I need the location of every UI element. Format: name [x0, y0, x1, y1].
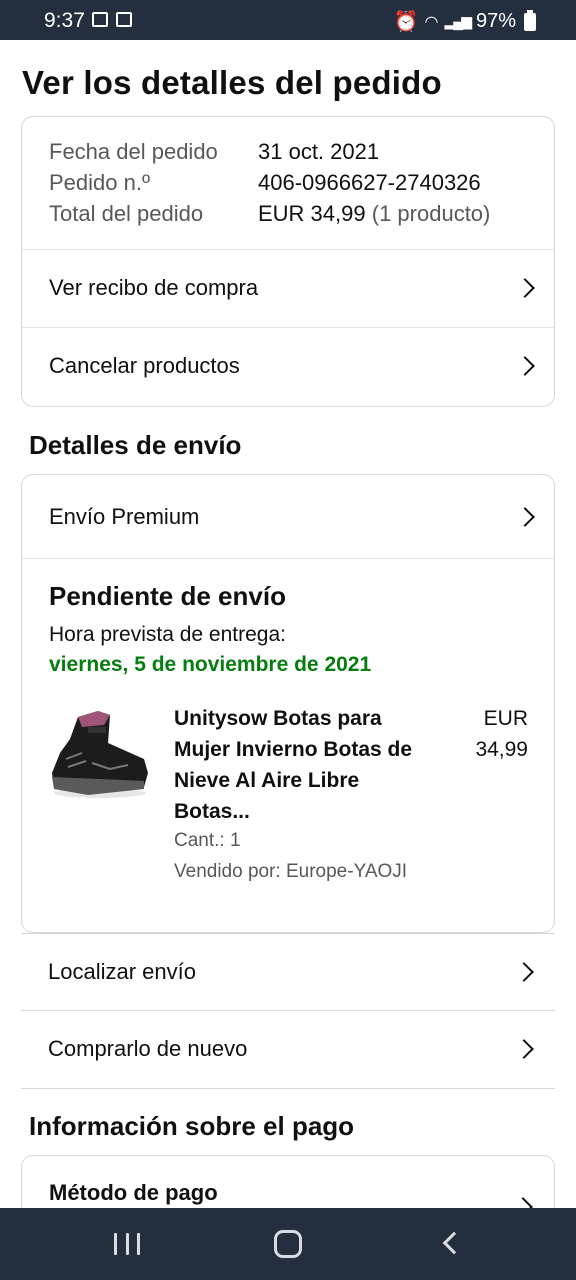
product-price-currency: EUR [483, 707, 528, 730]
cancel-products-row[interactable]: Cancelar productos [22, 327, 554, 405]
scroll-content[interactable]: Ver los detalles del pedido Fecha del pe… [0, 40, 576, 1208]
buy-again-row[interactable]: Comprarlo de nuevo [21, 1010, 555, 1087]
shipping-speed-label: Envío Premium [49, 503, 200, 529]
shipping-card: Envío Premium Pendiente de envío Hora pr… [21, 474, 555, 933]
chevron-right-icon [514, 1038, 534, 1059]
system-nav-bar [0, 1208, 576, 1280]
chevron-right-icon [513, 1197, 533, 1208]
order-total-label: Total del pedido [49, 201, 204, 226]
battery-percent: 97% [475, 10, 516, 32]
divider [22, 558, 554, 559]
alarm-icon: ⏰ [393, 11, 419, 33]
eta-label: Hora prevista de entrega: [49, 623, 286, 646]
order-date-label: Fecha del pedido [49, 139, 218, 164]
notification-icons [92, 12, 132, 27]
chevron-right-icon [515, 278, 535, 298]
product-price: EUR 34,99 [475, 703, 528, 765]
payment-section-title: Información sobre el pago [29, 1111, 355, 1141]
product-price-amount: 34,99 [475, 738, 528, 761]
product-quantity: Cant.: 1 [174, 830, 241, 851]
track-package-row[interactable]: Localizar envío [21, 933, 555, 1010]
payment-card[interactable]: Método de pago [21, 1155, 555, 1208]
order-total-count: (1 producto) [371, 201, 491, 226]
gallery-notification-icon [92, 12, 108, 27]
home-button[interactable] [274, 1230, 302, 1258]
order-total-value: EUR 34,99 (1 producto) [258, 201, 490, 227]
product-title[interactable]: Unitysow Botas para Mujer Invierno Botas… [174, 703, 434, 827]
shipping-speed-row[interactable]: Envío Premium [22, 475, 554, 558]
cancel-products-label: Cancelar productos [49, 353, 240, 378]
chevron-right-icon [514, 961, 534, 982]
status-bar: 9:37 ⏰ ◠ ▂▄▆ 97% [0, 0, 576, 40]
app-notification-icon [116, 12, 132, 27]
chevron-right-icon [515, 506, 535, 527]
battery-icon [524, 9, 536, 31]
order-number-label: Pedido n.º [49, 170, 150, 195]
order-date-value: 31 oct. 2021 [258, 139, 380, 164]
order-number-value: 406-0966627-2740326 [258, 170, 481, 195]
status-right: ⏰ ◠ ▂▄▆ 97% [394, 9, 536, 34]
product-image[interactable] [48, 703, 152, 803]
status-time: 9:37 [44, 9, 85, 32]
track-package-label: Localizar envío [48, 958, 196, 984]
shipment-status: Pendiente de envío [49, 581, 286, 611]
chevron-right-icon [515, 356, 535, 376]
wifi-icon: ◠ [424, 13, 439, 31]
signal-icon: ▂▄▆ [444, 13, 472, 29]
eta-date: viernes, 5 de noviembre de 2021 [49, 653, 372, 676]
view-receipt-label: Ver recibo de compra [49, 275, 259, 300]
product-seller: Vendido por: Europe-YAOJI [174, 861, 408, 882]
back-button[interactable] [442, 1231, 466, 1255]
order-summary-card: Fecha del pedido 31 oct. 2021 Pedido n.º… [21, 116, 555, 407]
page-title: Ver los detalles del pedido [22, 64, 442, 101]
view-receipt-row[interactable]: Ver recibo de compra [22, 249, 554, 327]
divider [21, 1088, 555, 1089]
recent-apps-button[interactable] [114, 1233, 140, 1255]
order-total-amount: EUR 34,99 [258, 201, 366, 226]
shipping-section-title: Detalles de envío [29, 430, 242, 460]
payment-method-label: Método de pago [49, 1180, 218, 1205]
buy-again-label: Comprarlo de nuevo [48, 1035, 248, 1061]
